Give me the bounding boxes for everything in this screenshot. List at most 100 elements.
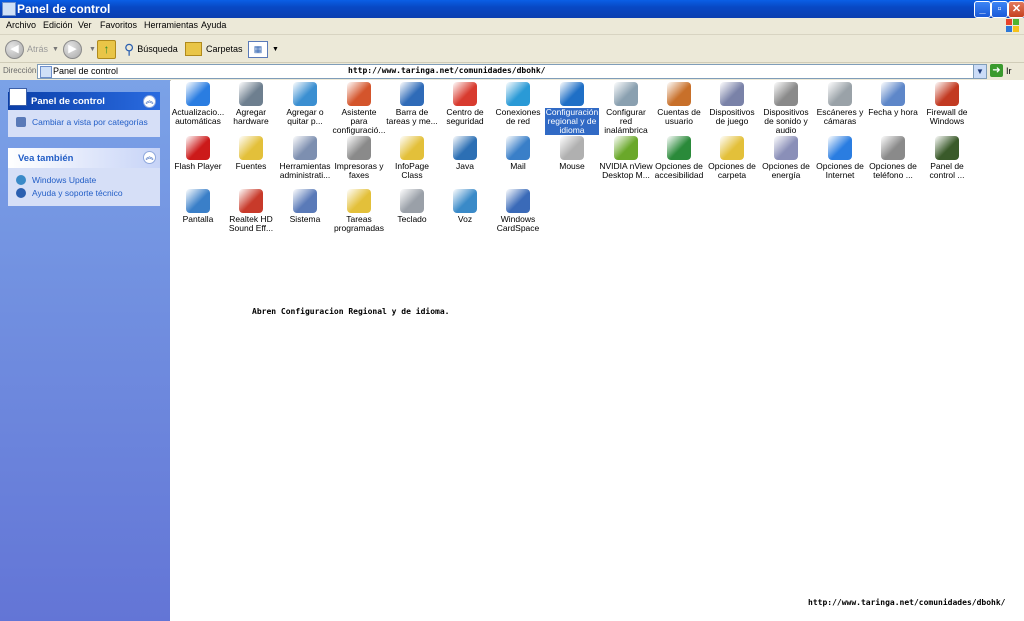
cp-item-label: Tareas programadas: [333, 214, 385, 233]
menu-edicion[interactable]: Edición: [43, 20, 73, 30]
collapse-chevron-icon[interactable]: ︽: [143, 95, 156, 108]
cp-item[interactable]: Windows CardSpace: [491, 189, 545, 233]
cp-item-label: Opciones de teléfono ...: [869, 161, 917, 180]
forward-button[interactable]: ▶ ▼: [63, 39, 96, 59]
link-label: Cambiar a vista por categorías: [32, 117, 148, 127]
cp-item[interactable]: Tareas programadas: [332, 189, 386, 233]
add-remove-programs-icon: [293, 82, 317, 106]
collapse-chevron-icon[interactable]: ︽: [143, 151, 156, 164]
address-label: Dirección: [3, 66, 37, 75]
menu-ver[interactable]: Ver: [78, 20, 92, 30]
nvidia-control-panel-icon: [935, 136, 959, 160]
admin-tools-icon: [293, 136, 317, 160]
minimize-button[interactable]: _: [974, 1, 991, 18]
menu-archivo[interactable]: Archivo: [6, 20, 36, 30]
cp-item[interactable]: Teclado: [385, 189, 439, 224]
cp-item[interactable]: Agregar hardware: [224, 82, 278, 126]
nvidia-nview-icon: [614, 136, 638, 160]
back-label: Atrás: [27, 44, 49, 54]
menu-bar: Archivo Edición Ver Favoritos Herramient…: [0, 18, 1024, 35]
cp-item-label: Herramientas administrati...: [279, 161, 331, 180]
menu-herramientas[interactable]: Herramientas: [144, 20, 198, 30]
cp-item-label: Dispositivos de juego: [709, 107, 755, 126]
category-view-icon: [16, 117, 26, 127]
help-support-link[interactable]: Ayuda y soporte técnico: [16, 188, 154, 198]
cp-item-label: Pantalla: [182, 214, 214, 224]
close-button[interactable]: ✕: [1008, 1, 1024, 18]
cp-item-label: Sistema: [289, 214, 321, 224]
see-also-header[interactable]: Vea también ︽: [8, 148, 160, 168]
accessibility-icon: [667, 136, 691, 160]
title-bar[interactable]: Panel de control _ ▫ ✕: [0, 0, 1024, 18]
link-label: Ayuda y soporte técnico: [32, 188, 123, 198]
flash-player-icon: [186, 136, 210, 160]
menu-ayuda[interactable]: Ayuda: [201, 20, 226, 30]
cp-item-label: Actualizacio... automáticas: [171, 107, 225, 126]
cp-item[interactable]: Opciones de Internet: [813, 136, 867, 180]
search-button[interactable]: ⚲ Búsqueda: [124, 39, 178, 59]
cp-item[interactable]: Opciones de carpeta: [705, 136, 759, 180]
cp-item[interactable]: Asistente para configuració...: [332, 82, 386, 135]
back-arrow-icon: ◀: [5, 39, 24, 59]
cp-item-label: Impresoras y faxes: [334, 161, 384, 180]
cp-item-label: Opciones de energía: [762, 161, 810, 180]
control-panel-task-box: Panel de control ︽ Cambiar a vista por c…: [8, 88, 160, 137]
display-icon: [186, 189, 210, 213]
cp-item[interactable]: Dispositivos de juego: [705, 82, 759, 126]
back-button[interactable]: ◀ Atrás ▼: [5, 39, 59, 59]
cp-item-label: Configuración regional y de idioma: [545, 107, 599, 135]
cp-item[interactable]: Centro de seguridad: [438, 82, 492, 126]
cp-item[interactable]: Mail: [491, 136, 545, 171]
cp-item[interactable]: Opciones de teléfono ...: [866, 136, 920, 180]
cp-item[interactable]: InfoPage Class: [385, 136, 439, 180]
cp-item[interactable]: Java: [438, 136, 492, 171]
up-folder-button[interactable]: ↑: [97, 39, 116, 59]
dropdown-arrow-icon: ▼: [52, 45, 59, 53]
cp-item[interactable]: Sistema: [278, 189, 332, 224]
switch-to-category-view-link[interactable]: Cambiar a vista por categorías: [16, 117, 154, 127]
cp-item[interactable]: Voz: [438, 189, 492, 224]
control-panel-icon: [9, 88, 27, 106]
cp-item-label: Realtek HD Sound Eff...: [228, 214, 274, 233]
cp-item[interactable]: Opciones de accesibilidad: [652, 136, 706, 180]
task-pane: Panel de control ︽ Cambiar a vista por c…: [0, 80, 170, 621]
maximize-button[interactable]: ▫: [991, 1, 1008, 18]
search-icon: ⚲: [124, 40, 135, 57]
address-dropdown-icon[interactable]: ▼: [973, 65, 986, 78]
cp-item[interactable]: Mouse: [545, 136, 599, 171]
task-box-header[interactable]: Panel de control ︽: [8, 88, 160, 110]
cp-item[interactable]: NVIDIA nView Desktop M...: [599, 136, 653, 180]
cp-item[interactable]: Cuentas de usuario: [652, 82, 706, 126]
windows-update-link[interactable]: Windows Update: [16, 175, 154, 185]
cp-item[interactable]: Configuración regional y de idioma: [545, 82, 599, 135]
cp-item[interactable]: Opciones de energía: [759, 136, 813, 180]
cp-item[interactable]: Dispositivos de sonido y audio: [759, 82, 813, 135]
cp-item[interactable]: Flash Player: [171, 136, 225, 171]
cp-item[interactable]: Configurar red inalámbrica: [599, 82, 653, 135]
dropdown-arrow-icon: ▼: [272, 45, 279, 53]
go-button[interactable]: Ir: [1006, 66, 1012, 76]
cp-item[interactable]: Fuentes: [224, 136, 278, 171]
cp-item[interactable]: Firewall de Windows: [920, 82, 974, 126]
cp-item-label: Opciones de Internet: [816, 161, 864, 180]
cp-item[interactable]: Conexiones de red: [491, 82, 545, 126]
cp-item[interactable]: Escáneres y cámaras: [813, 82, 867, 126]
taskbar-icon: [400, 82, 424, 106]
system-icon: [293, 189, 317, 213]
folders-button[interactable]: Carpetas: [185, 39, 243, 59]
cp-item[interactable]: Impresoras y faxes: [332, 136, 386, 180]
cp-item[interactable]: Herramientas administrati...: [278, 136, 332, 180]
cp-item[interactable]: Realtek HD Sound Eff...: [224, 189, 278, 233]
go-arrow-icon[interactable]: ➜: [990, 64, 1003, 77]
views-button[interactable]: ▦ ▼: [248, 39, 279, 59]
cp-item[interactable]: Actualizacio... automáticas: [171, 82, 225, 126]
cp-item[interactable]: Barra de tareas y me...: [385, 82, 439, 126]
cp-item[interactable]: Agregar o quitar p...: [278, 82, 332, 126]
cp-item[interactable]: Fecha y hora: [866, 82, 920, 117]
cp-item[interactable]: Panel de control ...: [920, 136, 974, 180]
see-also-task-box: Vea también ︽ Windows Update Ayuda y sop…: [8, 148, 160, 206]
cp-item[interactable]: Pantalla: [171, 189, 225, 224]
menu-favoritos[interactable]: Favoritos: [100, 20, 137, 30]
cp-item-label: Windows CardSpace: [496, 214, 540, 233]
cp-item-label: Panel de control ...: [929, 161, 965, 180]
